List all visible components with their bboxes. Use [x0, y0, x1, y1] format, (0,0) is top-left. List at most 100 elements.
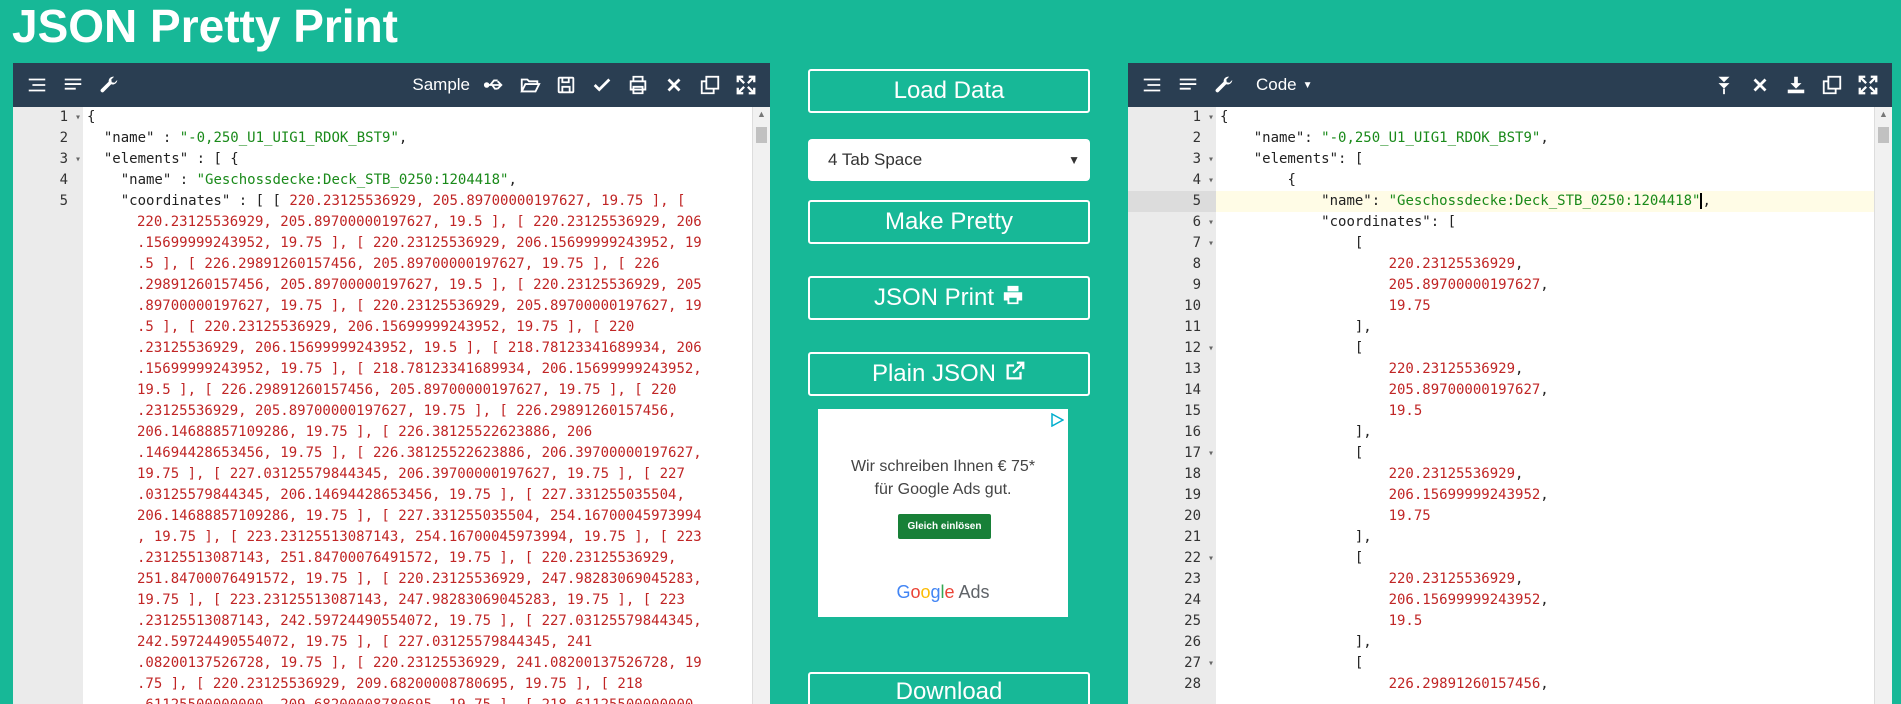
copy-icon[interactable]	[692, 69, 728, 101]
close-icon[interactable]	[1742, 69, 1778, 101]
make-pretty-button[interactable]: Make Pretty	[808, 200, 1090, 244]
collapse-all-icon[interactable]	[1134, 69, 1170, 101]
logo-letter: g	[930, 582, 941, 602]
code-punct: [	[1354, 340, 1364, 356]
load-data-button[interactable]: Load Data	[808, 69, 1090, 113]
code-punct: ,	[1540, 676, 1549, 692]
expand-icon[interactable]	[1706, 69, 1742, 101]
line-number: 13	[1184, 361, 1201, 377]
line-number[interactable]: 27	[1128, 653, 1216, 674]
code-line: 226.29891260157456,	[1216, 674, 1892, 695]
code-punct: ,	[1540, 382, 1549, 398]
copy-icon[interactable]	[1814, 69, 1850, 101]
output-code-area[interactable]: 1234567891011121314151617181920212223242…	[1128, 107, 1892, 704]
line-number[interactable]: 7	[1128, 233, 1216, 254]
code-line: [	[1216, 443, 1892, 464]
code-punct: ,	[1540, 592, 1549, 608]
close-icon[interactable]	[656, 69, 692, 101]
format-icon[interactable]	[1170, 69, 1206, 101]
code-number: 19.5	[1388, 403, 1423, 419]
usb-icon[interactable]	[476, 69, 512, 101]
save-icon[interactable]	[548, 69, 584, 101]
output-scrollbar[interactable]: ▲	[1874, 107, 1892, 704]
line-number[interactable]: 3	[1128, 149, 1216, 170]
code-line: [	[1216, 338, 1892, 359]
code-line-wrapped: 19.5 ], [ 226.29891260157456, 205.897000…	[137, 382, 677, 398]
mode-select[interactable]: Code ▼	[1242, 75, 1325, 95]
ad-text-line: für Google Ads gut.	[874, 481, 1012, 498]
download-button[interactable]: Download	[808, 672, 1090, 704]
scroll-thumb[interactable]	[756, 127, 767, 143]
folder-open-icon[interactable]	[512, 69, 548, 101]
adchoices-icon[interactable]	[1050, 413, 1064, 427]
advertisement[interactable]: Wir schreiben Ihnen € 75* für Google Ads…	[818, 409, 1068, 617]
load-data-label: Load Data	[893, 77, 1005, 104]
line-number: 25	[1184, 613, 1201, 629]
code-line: "name": "-0,250_U1_UIG1_RDOK_BST9",	[1216, 128, 1892, 149]
plain-json-button[interactable]: Plain JSON	[808, 352, 1090, 396]
line-number: 24	[1184, 592, 1201, 608]
code-key: "coordinates"	[120, 193, 231, 209]
scroll-up-icon[interactable]: ▲	[753, 109, 770, 119]
collapse-all-icon[interactable]	[19, 69, 55, 101]
print-icon	[1002, 284, 1024, 313]
json-print-label: JSON Print	[873, 284, 995, 311]
line-number[interactable]: 22	[1128, 548, 1216, 569]
tab-space-select[interactable]: 4 Tab Space ▼	[808, 139, 1090, 181]
line-number[interactable]: 1	[13, 107, 83, 128]
code-punct: ,	[1540, 277, 1549, 293]
plain-json-label: Plain JSON	[871, 360, 997, 387]
code-line: 220.23125536929,	[1216, 254, 1892, 275]
input-editor[interactable]: Sample 1 2 3 4 5	[13, 63, 770, 704]
print-icon[interactable]	[620, 69, 656, 101]
line-number[interactable]: 4	[1128, 170, 1216, 191]
scroll-thumb[interactable]	[1878, 127, 1889, 143]
code-punct: ],	[1354, 529, 1372, 545]
line-number: 26	[1184, 634, 1201, 650]
input-code-area[interactable]: 1 2 3 4 5 { "name" : "-0,250_U1_UIG1_RDO…	[13, 107, 770, 704]
code-line-wrapped: 206.14688857109286, 19.75 ], [ 226.38125…	[137, 424, 593, 440]
code-line: 220.23125536929,	[1216, 359, 1892, 380]
download-icon[interactable]	[1778, 69, 1814, 101]
ad-cta-button[interactable]: Gleich einlösen	[898, 514, 991, 539]
code-punct: ],	[1354, 319, 1372, 335]
line-number[interactable]: 12	[1128, 338, 1216, 359]
line-number[interactable]: 17	[1128, 443, 1216, 464]
wrench-icon[interactable]	[91, 69, 127, 101]
code-number: 226.29891260157456	[1388, 676, 1541, 692]
check-icon[interactable]	[584, 69, 620, 101]
code-line: 205.89700000197627,	[1216, 380, 1892, 401]
code-line-wrapped: .15699999243952, 19.75 ], [ 218.78123341…	[137, 361, 702, 377]
output-editor[interactable]: Code ▼ 123456789101112131415161718192021…	[1128, 63, 1892, 704]
line-number[interactable]: 1	[1128, 107, 1216, 128]
code-line-wrapped: 251.84700076491572, 19.75 ], [ 220.23125…	[137, 571, 702, 587]
code-key: "name"	[1253, 130, 1305, 146]
json-print-button[interactable]: JSON Print	[808, 276, 1090, 320]
fullscreen-icon[interactable]	[1850, 69, 1886, 101]
wrench-icon[interactable]	[1206, 69, 1242, 101]
code-line: "name" : "Geschossdecke:Deck_STB_0250:12…	[83, 170, 770, 191]
logo-ads-text: Ads	[958, 582, 990, 602]
line-number[interactable]: 3	[13, 149, 83, 170]
code-string: "-0,250_U1_UIG1_RDOK_BST9"	[179, 130, 399, 146]
code-punct: ],	[1354, 634, 1372, 650]
code-line: 19.5	[1216, 401, 1892, 422]
scroll-up-icon[interactable]: ▲	[1875, 109, 1892, 119]
code-line-wrapped: .03125579844345, 206.14694428653456, 19.…	[137, 487, 685, 503]
output-code[interactable]: { "name": "-0,250_U1_UIG1_RDOK_BST9", "e…	[1216, 107, 1892, 704]
fullscreen-icon[interactable]	[728, 69, 764, 101]
code-line-wrapped: .75 ], [ 220.23125536929, 209.6820000878…	[137, 676, 643, 692]
line-number[interactable]: 6	[1128, 212, 1216, 233]
format-icon[interactable]	[55, 69, 91, 101]
code-line: [	[1216, 548, 1892, 569]
input-code[interactable]: { "name" : "-0,250_U1_UIG1_RDOK_BST9", "…	[83, 107, 770, 704]
input-scrollbar[interactable]: ▲	[752, 107, 770, 704]
sample-label[interactable]: Sample	[406, 75, 476, 95]
